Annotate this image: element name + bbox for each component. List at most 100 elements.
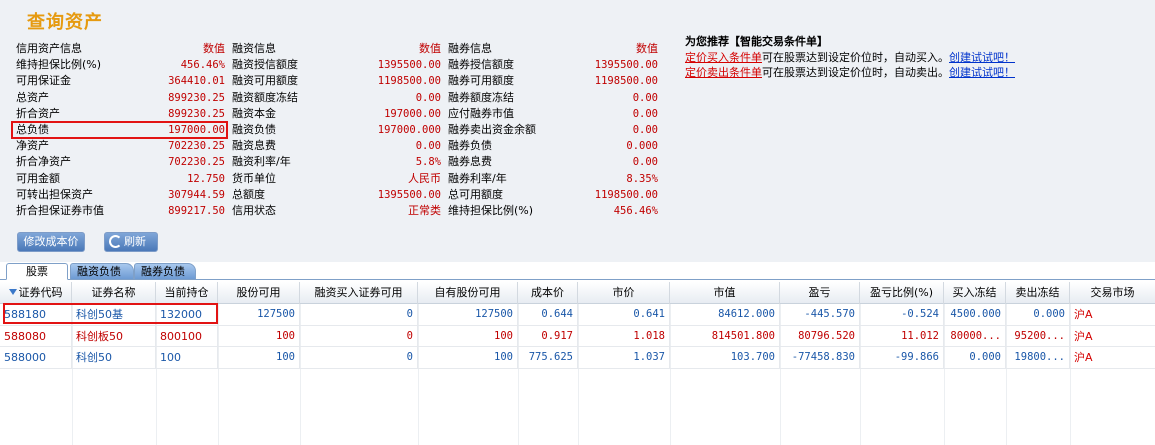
cell-buy-frozen: 0.000 [944, 347, 1006, 369]
financing-row-value: 1395500.00 [377, 188, 441, 201]
col-cost-price[interactable]: 成本价 [518, 282, 578, 304]
credit-row: 维持担保比例(%) 456.46% [16, 57, 225, 73]
cell-code: 588000 [0, 347, 72, 369]
credit-header-label: 信用资产信息 [16, 42, 82, 55]
credit-row: 折合净资产 702230.25 [16, 154, 225, 170]
col-code[interactable]: 证券代码 [0, 282, 72, 304]
financing-row-value: 5.8% [415, 156, 441, 169]
securities-lending-column: 融券信息 数值 融券授信额度 1395500.00 融券可用额度 1198500.0… [448, 41, 658, 219]
financing-row-label: 融资额度冻结 [232, 90, 298, 104]
col-financing-buy-available[interactable]: 融资买入证券可用 [300, 282, 418, 304]
col-available[interactable]: 股份可用 [218, 282, 300, 304]
cell-pnl-ratio: -0.524 [860, 304, 944, 326]
securities-row: 融券可用额度 1198500.00 [448, 73, 658, 89]
create-sell-link[interactable]: 创建试试吧！ [949, 66, 1015, 79]
col-market-price[interactable]: 市价 [578, 282, 670, 304]
cell-holding: 100 [156, 347, 218, 369]
credit-row-value: 899230.25 [168, 107, 225, 120]
securities-row: 融券息费 0.00 [448, 154, 658, 170]
securities-row-label: 融券授信额度 [448, 58, 514, 72]
cell-sell-frozen: 0.000 [1006, 304, 1070, 326]
financing-header-label: 融资信息 [232, 42, 276, 55]
securities-row: 融券卖出资金余额 0.00 [448, 122, 658, 138]
securities-header-row: 融券信息 数值 [448, 41, 658, 57]
table-row[interactable]: 588000 科创50 100 100 0 100 775.625 1.037 … [0, 347, 1155, 369]
cell-name: 科创板50 [72, 325, 156, 347]
page-title: 查询资产 [27, 12, 103, 33]
refresh-button[interactable]: 刷新 [104, 232, 158, 252]
credit-row-value: 12.750 [187, 172, 225, 185]
credit-row: 可转出担保资产 307944.59 [16, 187, 225, 203]
cell-own-available: 127500 [418, 304, 518, 326]
securities-row-value: 0.000 [626, 140, 658, 153]
securities-row-label: 应付融券市值 [448, 106, 514, 120]
col-market[interactable]: 交易市场 [1070, 282, 1155, 304]
securities-row: 维持担保比例(%) 456.46% [448, 203, 658, 219]
securities-row-value: 1198500.00 [594, 75, 658, 88]
recommend-heading: 为您推荐【智能交易条件单】 [685, 35, 828, 48]
financing-row-label: 总额度 [232, 187, 265, 201]
table-row[interactable]: 588080 科创板50 800100 100 0 100 0.917 1.01… [0, 325, 1155, 347]
cell-pnl: -445.570 [780, 304, 860, 326]
cell-pnl: -77458.830 [780, 347, 860, 369]
col-pnl[interactable]: 盈亏 [780, 282, 860, 304]
financing-column: 融资信息 数值 融资授信额度 1395500.00 融资可用额度 1198500.0… [232, 41, 441, 219]
credit-row-label: 折合净资产 [16, 155, 71, 169]
securities-row-label: 融券卖出资金余额 [448, 122, 536, 136]
financing-row-label: 货币单位 [232, 171, 276, 185]
cell-market-price: 1.018 [578, 325, 670, 347]
tab-bar: 股票 融资负债 融券负债 [0, 262, 1155, 280]
securities-row-value: 1198500.00 [594, 188, 658, 201]
col-name[interactable]: 证券名称 [72, 282, 156, 304]
cell-market: 沪A [1074, 308, 1093, 321]
col-pnl-ratio[interactable]: 盈亏比例(%) [860, 282, 944, 304]
cell-available: 127500 [218, 304, 300, 326]
credit-row-label: 可用金额 [16, 171, 60, 185]
asset-panel: 查询资产 信用资产信息 数值 维持担保比例(%) 456.46% 可用保证金 364… [0, 0, 1155, 262]
modify-cost-button[interactable]: 修改成本价 [17, 232, 85, 252]
cell-market-price: 0.641 [578, 304, 670, 326]
credit-row-label: 折合担保证券市值 [16, 203, 104, 217]
credit-row-value: 702230.25 [168, 140, 225, 153]
financing-row-label: 融资利率/年 [232, 155, 291, 169]
cell-market-price: 1.037 [578, 347, 670, 369]
tab-financing-liability[interactable]: 融资负债 [70, 263, 134, 280]
create-buy-link[interactable]: 创建试试吧！ [949, 51, 1015, 64]
cell-sell-frozen: 95200... [1006, 325, 1070, 347]
securities-row-label: 融券可用额度 [448, 74, 514, 88]
buy-condition-link[interactable]: 定价买入条件单 [685, 51, 762, 64]
col-market-value[interactable]: 市值 [670, 282, 780, 304]
credit-row-value: 307944.59 [168, 188, 225, 201]
tab-stocks[interactable]: 股票 [6, 263, 68, 280]
cell-pnl: 80796.520 [780, 325, 860, 347]
tab-securities-liability[interactable]: 融券负债 [134, 263, 196, 280]
credit-row-value: 364410.01 [168, 75, 225, 88]
securities-row: 融券负债 0.000 [448, 138, 658, 154]
col-own-available[interactable]: 自有股份可用 [418, 282, 518, 304]
credit-row-value: 899230.25 [168, 91, 225, 104]
total-liability-highlight [11, 121, 228, 139]
securities-row-value: 0.00 [632, 123, 658, 136]
financing-row: 融资负债 197000.000 [232, 122, 441, 138]
col-buy-frozen[interactable]: 买入冻结 [944, 282, 1006, 304]
sell-condition-link[interactable]: 定价卖出条件单 [685, 66, 762, 79]
cell-code: 588080 [0, 325, 72, 347]
securities-row: 融券授信额度 1395500.00 [448, 57, 658, 73]
financing-row-value: 0.00 [415, 140, 441, 153]
col-holding[interactable]: 当前持仓 [156, 282, 218, 304]
financing-row-value: 0.00 [415, 91, 441, 104]
cell-cost-price: 0.917 [518, 325, 578, 347]
credit-row: 折合资产 899230.25 [16, 106, 225, 122]
securities-row-value: 0.00 [632, 91, 658, 104]
financing-row: 融资额度冻结 0.00 [232, 90, 441, 106]
recommend-sell-line: 定价卖出条件单可在股票达到设定价位时，自动卖出。创建试试吧！ [685, 65, 1015, 81]
financing-header-row: 融资信息 数值 [232, 41, 441, 57]
financing-row-label: 信用状态 [232, 203, 276, 217]
credit-header-row: 信用资产信息 数值 [16, 41, 225, 57]
financing-row: 信用状态 正常类 [232, 203, 441, 219]
col-sell-frozen[interactable]: 卖出冻结 [1006, 282, 1070, 304]
sell-condition-text: 可在股票达到设定价位时，自动卖出。 [762, 66, 949, 79]
cell-market: 沪A [1074, 329, 1093, 343]
financing-row-label: 融资授信额度 [232, 58, 298, 72]
selected-holding-highlight [3, 303, 218, 324]
